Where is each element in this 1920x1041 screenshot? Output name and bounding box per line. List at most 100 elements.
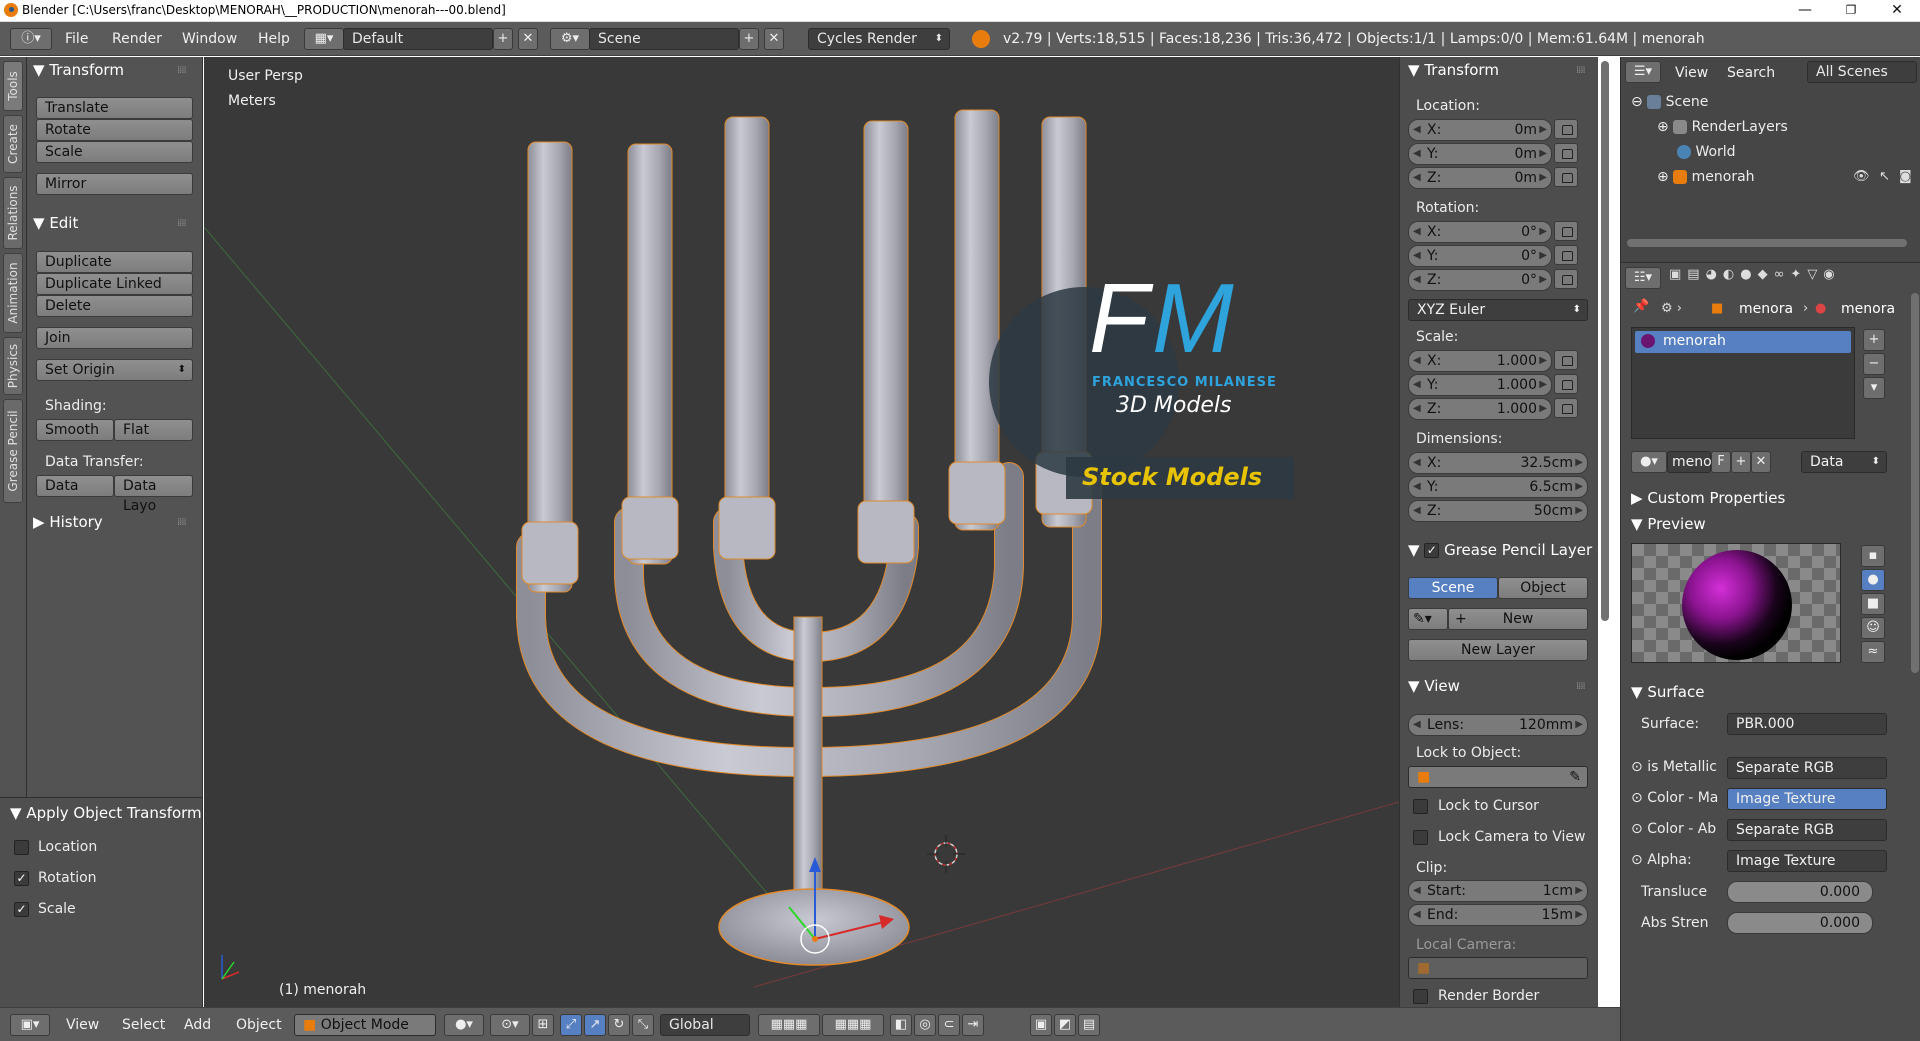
gp-pencil-icon[interactable]: ✎▾ xyxy=(1408,608,1448,630)
gp-new-button[interactable]: + New xyxy=(1448,608,1588,630)
preview-flat-icon[interactable]: ▪ xyxy=(1861,545,1885,567)
fake-user-button[interactable]: F xyxy=(1711,451,1731,473)
gp-new-layer-button[interactable]: New Layer xyxy=(1408,639,1588,661)
material-slot-row[interactable]: menorah xyxy=(1635,331,1851,353)
location-x-field[interactable]: ◀ X: 0m ▶ xyxy=(1408,119,1552,141)
location-z-field[interactable]: ◀ Z: 0m ▶ xyxy=(1408,167,1552,189)
translucency-field[interactable]: 0.000 xyxy=(1727,881,1873,903)
rotation-y-field[interactable]: ◀ Y: 0° ▶ xyxy=(1408,245,1552,267)
menu-add[interactable]: Add xyxy=(184,1017,211,1033)
lock-layers-icon[interactable]: ◧ xyxy=(890,1014,912,1036)
lock-camera-checkbox[interactable] xyxy=(1413,830,1428,845)
orientation-select[interactable]: Global xyxy=(660,1014,750,1036)
dimension-y-field[interactable]: ◀ Y: 6.5cm ▶ xyxy=(1408,476,1588,498)
scene-icon[interactable]: ⚙▾ xyxy=(550,28,590,50)
tab-grease-pencil[interactable]: Grease Pencil xyxy=(3,399,23,503)
surface-select[interactable]: PBR.000 xyxy=(1727,713,1887,735)
render-camera-icon[interactable]: ◙ xyxy=(1899,169,1912,184)
transform-panel-header[interactable]: ▼ Transform xyxy=(33,61,124,79)
properties-scrollbar[interactable] xyxy=(1911,293,1919,673)
flat-button[interactable]: Flat xyxy=(114,419,193,441)
translate-manipulator-icon[interactable]: ↗ xyxy=(584,1014,606,1036)
lock-rotation-y-icon[interactable] xyxy=(1554,245,1578,265)
lock-scale-x-icon[interactable] xyxy=(1554,350,1578,370)
outliner-menu-view[interactable]: View xyxy=(1675,65,1708,81)
browse-material-icon[interactable]: ●▾ xyxy=(1631,451,1667,473)
tab-tools[interactable]: Tools xyxy=(3,61,23,111)
local-camera-field[interactable]: ■ xyxy=(1408,957,1588,979)
n-panel-scrollbar[interactable] xyxy=(1601,61,1609,621)
pivot-icon[interactable]: ⊙▾ xyxy=(490,1014,530,1036)
menu-file[interactable]: File xyxy=(65,31,88,47)
maximize-button[interactable]: ❐ xyxy=(1828,0,1874,22)
tab-create[interactable]: Create xyxy=(3,115,23,173)
visibility-eye-icon[interactable]: 👁 xyxy=(1853,169,1870,184)
history-panel-header[interactable]: ▶ History xyxy=(33,513,103,531)
rotation-mode-select[interactable]: XYZ Euler ⬍ xyxy=(1408,299,1588,321)
editor-type-properties-icon[interactable]: ☷▾ xyxy=(1625,267,1661,289)
outliner-scene-row[interactable]: ⊖ Scene xyxy=(1631,94,1708,110)
add-screen-icon[interactable]: + xyxy=(493,28,513,50)
snap-target-icon[interactable]: ⇥ xyxy=(962,1014,984,1036)
mirror-button[interactable]: Mirror xyxy=(36,173,193,195)
clip-end-field[interactable]: ◀ End: 15m ▶ xyxy=(1408,904,1588,926)
lock-to-cursor-checkbox[interactable] xyxy=(1413,799,1428,814)
tab-relations[interactable]: Relations xyxy=(3,177,23,249)
screen-layout-icon[interactable]: ▦▾ xyxy=(304,28,344,50)
pin-icon[interactable]: 📌 xyxy=(1633,299,1649,314)
alpha-select[interactable]: Image Texture xyxy=(1727,850,1887,872)
clip-start-field[interactable]: ◀ Start: 1cm ▶ xyxy=(1408,880,1588,902)
tab-physics[interactable]: Physics xyxy=(3,337,23,395)
minimize-button[interactable]: — xyxy=(1782,0,1828,22)
data-layout-button[interactable]: Data Layo xyxy=(114,475,193,514)
anim-render-icon[interactable]: ▤ xyxy=(1078,1014,1100,1036)
surface-header[interactable]: ▼ Surface xyxy=(1631,683,1704,701)
location-checkbox[interactable] xyxy=(14,840,29,855)
gp-layer-header[interactable]: ▼ ✓ Grease Pencil Layer xyxy=(1408,541,1592,559)
menu-window[interactable]: Window xyxy=(182,31,237,47)
preview-header[interactable]: ▼ Preview xyxy=(1631,515,1706,533)
outliner-menorah-row[interactable]: ⊕ menorah xyxy=(1657,169,1755,185)
tab-animation[interactable]: Animation xyxy=(3,253,23,333)
menu-view[interactable]: View xyxy=(66,1017,99,1033)
add-slot-icon[interactable]: + xyxy=(1863,329,1885,351)
n-transform-header[interactable]: ▼ Transform xyxy=(1408,61,1499,79)
rotation-x-field[interactable]: ◀ X: 0° ▶ xyxy=(1408,221,1552,243)
data-transfer-button[interactable]: Data xyxy=(36,475,114,497)
lock-object-field[interactable]: ■ ✎ xyxy=(1408,766,1588,788)
rotation-checkbox[interactable]: ✓ xyxy=(14,871,29,886)
lens-field[interactable]: ◀ Lens: 120mm ▶ xyxy=(1408,714,1588,736)
menu-help[interactable]: Help xyxy=(258,31,290,47)
outliner-display-filter[interactable]: All Scenes xyxy=(1807,61,1917,83)
scale-y-field[interactable]: ◀ Y: 1.000 ▶ xyxy=(1408,374,1552,396)
lock-location-z-icon[interactable] xyxy=(1554,167,1578,187)
dimension-x-field[interactable]: ◀ X: 32.5cm ▶ xyxy=(1408,452,1588,474)
outliner-menu-search[interactable]: Search xyxy=(1727,65,1775,81)
properties-tabs[interactable]: ▣▤◕◐●◆∞✦▽◉ xyxy=(1669,267,1919,289)
editor-type-icon[interactable]: ▣▾ xyxy=(10,1014,50,1036)
smooth-button[interactable]: Smooth xyxy=(36,419,114,441)
manipulator-icon[interactable]: ⤢ xyxy=(560,1014,582,1036)
lock-location-y-icon[interactable] xyxy=(1554,143,1578,163)
render-icon[interactable]: ▣ xyxy=(1030,1014,1052,1036)
gp-scene-button[interactable]: Scene xyxy=(1408,577,1498,599)
editor-type-outliner-icon[interactable]: ☰▾ xyxy=(1625,61,1661,83)
proportional-edit-icon[interactable]: ◎ xyxy=(914,1014,936,1036)
unlink-material-icon[interactable]: ✕ xyxy=(1751,451,1771,473)
layers2-icon[interactable]: ▦▦▦ xyxy=(822,1014,884,1036)
camera-icon[interactable]: ◩ xyxy=(1054,1014,1076,1036)
scale-z-field[interactable]: ◀ Z: 1.000 ▶ xyxy=(1408,398,1552,420)
scale-x-field[interactable]: ◀ X: 1.000 ▶ xyxy=(1408,350,1552,372)
preview-sphere-icon[interactable]: ● xyxy=(1861,569,1885,591)
remove-slot-icon[interactable]: − xyxy=(1863,353,1885,375)
drag-grip-icon[interactable]: ⁞⁞⁞⁞ xyxy=(177,517,187,528)
outliner-renderlayers-row[interactable]: ⊕ RenderLayers xyxy=(1657,119,1788,135)
material-name-field[interactable]: meno xyxy=(1667,451,1712,473)
lock-rotation-x-icon[interactable] xyxy=(1554,221,1578,241)
drag-grip-icon[interactable]: ⁞⁞⁞⁞ xyxy=(177,218,187,229)
dimension-z-field[interactable]: ◀ Z: 50cm ▶ xyxy=(1408,500,1588,522)
delete-scene-icon[interactable]: ✕ xyxy=(764,28,784,50)
duplicate-linked-button[interactable]: Duplicate Linked xyxy=(36,273,193,295)
menu-select[interactable]: Select xyxy=(122,1017,165,1033)
preview-monkey-icon[interactable]: ☺ xyxy=(1861,617,1885,639)
